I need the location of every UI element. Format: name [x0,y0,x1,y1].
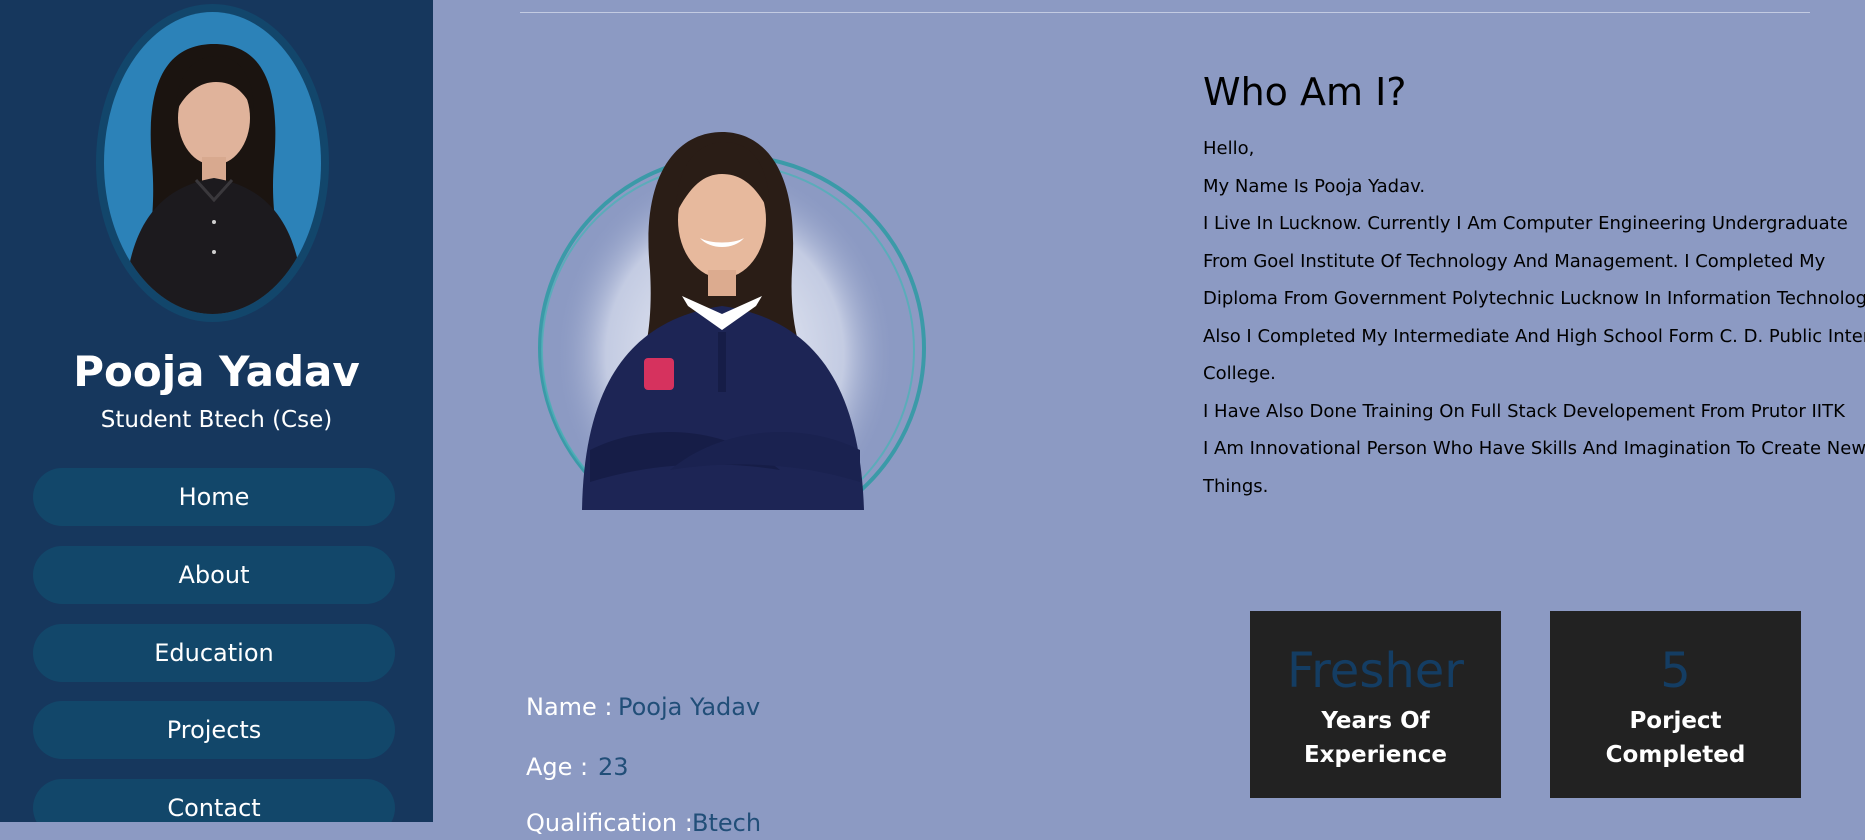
about-paragraph: Diploma From Government Polytechnic Luck… [1203,288,1865,309]
qualification-label: Qualification : [526,809,693,837]
name-label: Name : [526,693,613,721]
about-paragraph: I Live In Lucknow. Currently I Am Comput… [1203,213,1848,234]
about-paragraph: I Am Innovational Person Who Have Skills… [1203,438,1865,459]
profile-role: Student Btech (Cse) [100,407,333,433]
about-paragraph: My Name Is Pooja Yadav. [1203,176,1426,197]
stat-label: Years Of Experience [1250,704,1501,772]
avatar-photo [124,44,304,314]
about-paragraph: I Have Also Done Training On Full Stack … [1203,401,1845,422]
stat-label-line: Porject [1629,708,1722,734]
about-paragraph: College. [1203,363,1276,384]
about-paragraph: From Goel Institute Of Technology And Ma… [1203,251,1826,272]
nav-home-button[interactable]: Home [33,468,395,526]
stat-label-line: Years Of [1321,708,1430,734]
nav-about-button[interactable]: About [33,546,395,604]
stat-number: Fresher [1286,643,1465,699]
divider [520,12,1810,13]
about-heading: Who Am I? [1203,70,1407,114]
nav-projects-button[interactable]: Projects [33,701,395,759]
avatar-frame [96,4,329,322]
about-paragraph: Things. [1203,476,1269,497]
name-value: Pooja Yadav [618,693,761,721]
stat-card-experience: Fresher Years Of Experience [1250,611,1501,798]
portrait-image [538,132,926,510]
profile-name: Pooja Yadav [73,347,360,396]
qualification-value: Btech [692,809,762,837]
stat-label-line: Experience [1303,742,1448,768]
age-label: Age : [526,753,589,781]
nav-education-button[interactable]: Education [33,624,395,682]
sidebar: Pooja Yadav Student Btech (Cse) Home Abo… [0,0,433,822]
nav-contact-button[interactable]: Contact [33,779,395,822]
stat-card-projects: 5 Porject Completed [1550,611,1801,798]
about-paragraph: Also I Completed My Intermediate And Hig… [1203,326,1865,347]
age-value: 23 [598,753,629,781]
stat-label-line: Completed [1605,742,1746,768]
avatar [104,12,321,314]
stat-label: Porject Completed [1550,704,1801,772]
stat-number: 5 [1660,643,1691,699]
about-paragraph: Hello, [1203,138,1255,159]
